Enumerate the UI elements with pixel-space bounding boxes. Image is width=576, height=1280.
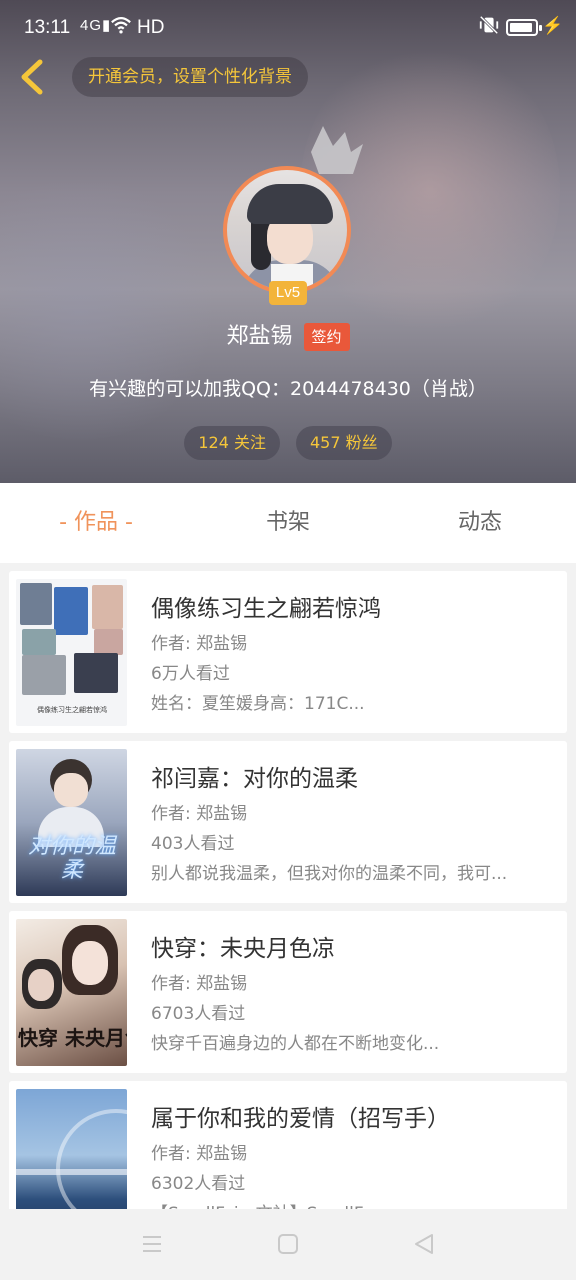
book-description: 【SmallFairy文社】SmallF... xyxy=(151,1199,553,1209)
battery-icon xyxy=(506,19,542,36)
book-item[interactable]: 偶像练习生之翩若惊鸿 偶像练习生之翩若惊鸿 作者: 郑盐锡 6万人看过 姓名：夏… xyxy=(9,571,567,733)
book-views: 6302人看过 xyxy=(151,1174,246,1194)
book-description: 别人都说我温柔，但我对你的温柔不同，我可... xyxy=(151,864,508,884)
vibrate-off-icon xyxy=(479,15,499,35)
book-item[interactable]: 属于你和我的爱情（招写手） 作者: 郑盐锡 6302人看过 【SmallFair… xyxy=(9,1081,567,1209)
following-count[interactable]: 124 关注 xyxy=(184,426,280,460)
book-views: 403人看过 xyxy=(151,834,235,854)
book-list: 偶像练习生之翩若惊鸿 偶像练习生之翩若惊鸿 作者: 郑盐锡 6万人看过 姓名：夏… xyxy=(0,563,576,1209)
book-views: 6703人看过 xyxy=(151,1004,246,1024)
network-type: 4G xyxy=(80,17,103,34)
name-row: 郑盐锡 签约 xyxy=(0,320,576,356)
followers-count[interactable]: 457 粉丝 xyxy=(296,426,392,460)
signed-badge: 签约 xyxy=(303,323,350,351)
chevron-left-icon[interactable] xyxy=(12,56,52,98)
book-author: 作者: 郑盐锡 xyxy=(151,634,248,654)
charging-icon: ⚡ xyxy=(542,16,564,35)
book-cover: 对你的温柔 xyxy=(16,749,127,896)
profile-header: 13:11 4G▮ HD ⚡ 开通会员，设置个性化背景 Lv5 郑盐锡 签约 有… xyxy=(0,0,576,483)
book-title: 偶像练习生之翩若惊鸿 xyxy=(151,596,381,622)
book-cover: 偶像练习生之翩若惊鸿 xyxy=(16,579,127,726)
book-title: 属于你和我的爱情（招写手） xyxy=(151,1106,450,1132)
wifi-icon xyxy=(111,17,131,34)
back-icon[interactable] xyxy=(411,1231,437,1257)
book-author: 作者: 郑盐锡 xyxy=(151,1144,248,1164)
tab-bar: - 作品 - 书架 动态 xyxy=(0,483,576,563)
book-description: 姓名：夏笙媛身高：171C... xyxy=(151,694,365,714)
system-nav-bar xyxy=(0,1209,576,1280)
book-author: 作者: 郑盐锡 xyxy=(151,804,248,824)
hd-indicator: HD xyxy=(137,17,165,38)
menu-icon[interactable] xyxy=(139,1231,165,1257)
signal-icon: 4G▮ xyxy=(80,17,112,34)
book-cover xyxy=(16,1089,127,1209)
avatar[interactable] xyxy=(223,166,353,296)
book-cover: 快穿 未央月色凉 xyxy=(16,919,127,1066)
user-bio: 有兴趣的可以加我QQ：2044478430（肖战） xyxy=(89,378,487,400)
cover-title: 对你的温柔 xyxy=(27,834,116,883)
status-bar: 13:11 4G▮ HD ⚡ xyxy=(0,0,576,56)
book-title: 祁闫嘉：对你的温柔 xyxy=(151,766,358,792)
book-views: 6万人看过 xyxy=(151,664,230,684)
book-title: 快穿：未央月色凉 xyxy=(151,936,335,962)
vip-background-button[interactable]: 开通会员，设置个性化背景 xyxy=(72,57,308,97)
book-item[interactable]: 快穿 未央月色凉 快穿：未央月色凉 作者: 郑盐锡 6703人看过 快穿千百遍身… xyxy=(9,911,567,1073)
cover-caption: 偶像练习生之翩若惊鸿 xyxy=(37,706,107,714)
home-icon[interactable] xyxy=(275,1231,301,1257)
stats-row: 124 关注 457 粉丝 xyxy=(0,426,576,460)
tab-activity[interactable]: 动态 xyxy=(384,483,576,563)
background-blur xyxy=(0,180,220,440)
tab-bookshelf[interactable]: 书架 xyxy=(192,483,384,563)
book-item[interactable]: 对你的温柔 祁闫嘉：对你的温柔 作者: 郑盐锡 403人看过 别人都说我温柔，但… xyxy=(9,741,567,903)
book-author: 作者: 郑盐锡 xyxy=(151,974,248,994)
user-name: 郑盐锡 xyxy=(226,324,293,349)
level-badge: Lv5 xyxy=(269,281,307,305)
avatar-image xyxy=(223,166,351,294)
tab-works[interactable]: - 作品 - xyxy=(0,483,192,563)
cover-title: 快穿 未央月色凉 xyxy=(18,1026,127,1050)
book-description: 快穿千百遍身边的人都在不断地变化... xyxy=(151,1034,440,1054)
status-time: 13:11 xyxy=(24,17,71,38)
